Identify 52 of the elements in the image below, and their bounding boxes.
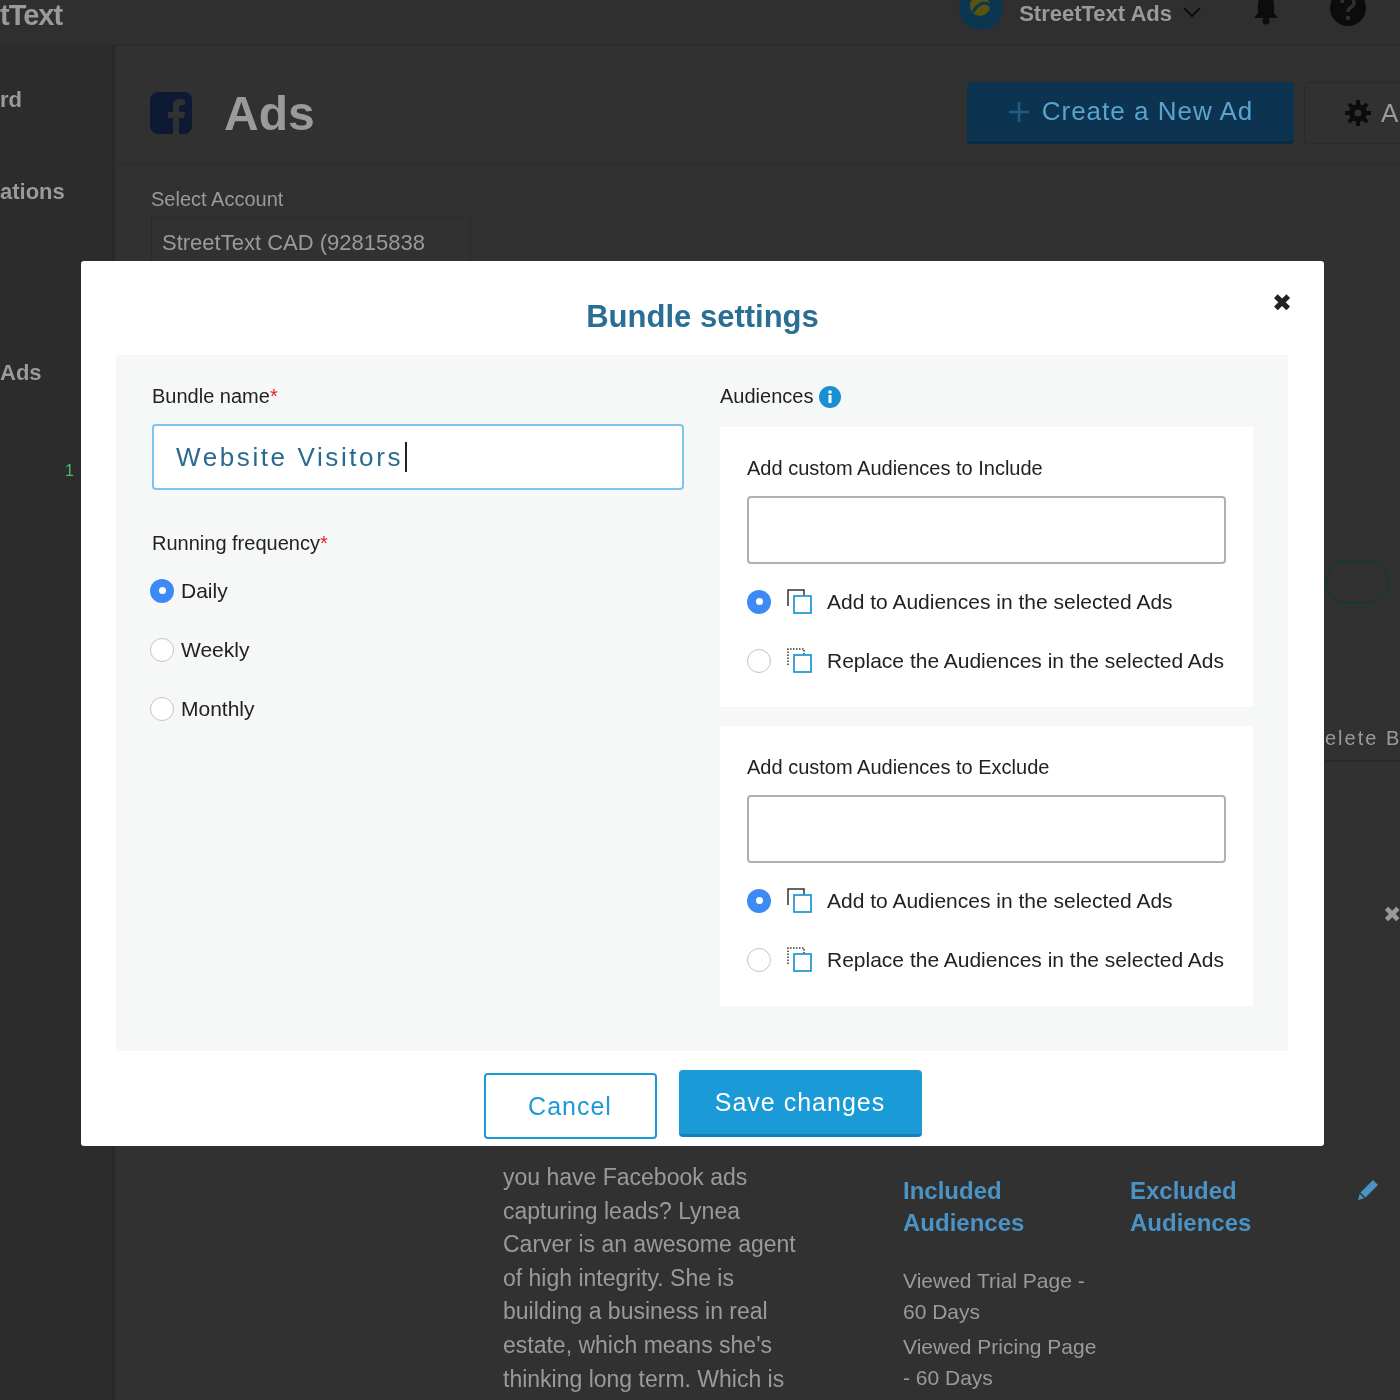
radio-button[interactable] xyxy=(150,637,174,662)
count-label: 1 xyxy=(64,462,75,480)
option-label: Monthly xyxy=(181,696,255,721)
close-button[interactable]: ✖ xyxy=(1272,291,1292,315)
help-icon[interactable] xyxy=(1330,0,1366,26)
option-label: Weekly xyxy=(181,637,250,662)
close-icon[interactable]: ✖ xyxy=(1383,902,1400,928)
ad-text: you have Facebook ads capturing leads? Lynea Carver is an awesome agent of high integrity. She is building a business in real estate, which means she's thinking long term. Which is xyxy=(503,1163,797,1394)
column-heading: Excluded Audiences xyxy=(1130,1176,1253,1238)
info-icon[interactable] xyxy=(819,385,842,408)
cancel-button[interactable]: Cancel xyxy=(483,1073,657,1139)
radio-button[interactable] xyxy=(747,888,771,913)
option-label: Add to Audiences in the selected Ads xyxy=(827,888,1173,913)
account-menu[interactable]: StreetText Ads xyxy=(1019,0,1172,27)
field-label: Bundle name* xyxy=(152,385,279,408)
radio-button[interactable] xyxy=(747,589,771,614)
option-label: Add to Audiences in the selected Ads xyxy=(827,589,1173,614)
option-label: Daily xyxy=(181,578,228,603)
audience-item: Viewed Trial Page - 60 Days xyxy=(903,1268,1086,1325)
option-label: Replace the Audiences in the selected Ads xyxy=(827,947,1224,972)
card-title: Add custom Audiences to Include xyxy=(747,457,1044,480)
chevron-down-icon[interactable] xyxy=(1182,5,1202,18)
plus-icon xyxy=(1007,100,1030,123)
save-button[interactable]: Save changes xyxy=(678,1070,922,1137)
audience-input[interactable] xyxy=(747,795,1226,863)
bell-icon[interactable] xyxy=(1252,0,1280,25)
facebook-logo-icon xyxy=(150,92,192,134)
dotted-squares-icon xyxy=(787,947,812,972)
field-label: Select Account xyxy=(151,188,285,211)
card-title: Add custom Audiences to Exclude xyxy=(747,756,1051,779)
copy-squares-icon xyxy=(787,589,812,614)
app-logo[interactable]: tText xyxy=(0,0,63,32)
page-title: Ads xyxy=(224,85,315,141)
create-ad-button[interactable]: Create a New Ad xyxy=(967,82,1294,144)
option-label: Replace the Audiences in the selected Ads xyxy=(827,648,1224,673)
radio-button[interactable] xyxy=(150,696,174,721)
dotted-squares-icon xyxy=(787,648,812,673)
pencil-icon[interactable] xyxy=(1355,1177,1381,1203)
dialog-title: Bundle settings xyxy=(586,299,819,336)
field-label: Running frequency* xyxy=(152,532,329,555)
section-label: Audiences xyxy=(720,385,814,408)
copy-squares-icon xyxy=(787,888,812,913)
column-heading: Included Audiences xyxy=(903,1176,1026,1238)
radio-button[interactable] xyxy=(747,947,771,972)
audience-input[interactable] xyxy=(747,496,1226,564)
bundle-name-field[interactable]: Website Visitors xyxy=(152,424,684,490)
sidebar-item[interactable]: rd xyxy=(0,87,112,113)
radio-button[interactable] xyxy=(747,648,771,673)
sidebar-item[interactable]: ations xyxy=(0,179,112,205)
settings-button[interactable]: A xyxy=(1304,82,1400,144)
audience-item: Viewed Pricing Page - 60 Days xyxy=(903,1334,1098,1391)
radio-button[interactable] xyxy=(150,578,174,603)
